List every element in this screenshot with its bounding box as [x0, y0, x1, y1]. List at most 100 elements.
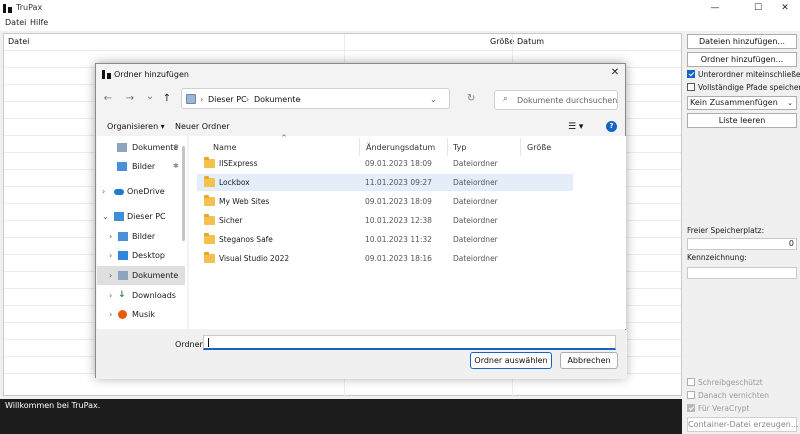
column-header-size[interactable]: Größe	[490, 34, 514, 50]
refresh-icon[interactable]: ↻	[467, 93, 475, 104]
desktop-icon	[118, 251, 128, 260]
nav-item-label: Bilder	[132, 232, 156, 241]
chevron-right-icon[interactable]: ›	[109, 286, 112, 305]
checkbox-checked-icon[interactable]	[687, 404, 695, 412]
computer-icon	[114, 212, 124, 221]
recent-locations-chevron-icon[interactable]: ⌄	[144, 91, 156, 102]
merge-select[interactable]: Kein Zusammenfügen ⌄	[687, 96, 797, 110]
pin-icon: ✱	[173, 162, 179, 170]
column-header-size[interactable]: Größe	[527, 143, 551, 152]
app-icon	[102, 70, 111, 79]
folder-icon	[204, 233, 215, 244]
navigation-scrollbar[interactable]	[182, 136, 185, 329]
menu-bar: Datei Hilfe	[0, 16, 800, 31]
column-header-modified[interactable]: Änderungsdatum	[366, 143, 435, 152]
select-folder-button[interactable]: Ordner auswählen	[470, 352, 552, 369]
chevron-right-icon[interactable]: ›	[109, 227, 112, 246]
computer-icon	[186, 94, 196, 104]
folder-row[interactable]: Sicher 10.01.2023 12:38 Dateiordner	[197, 212, 672, 229]
wipe-after-checkbox[interactable]: Danach vernichten	[687, 390, 797, 401]
folder-date: 09.01.2023 18:09	[365, 159, 432, 168]
search-field[interactable]: ⌕ Dokumente durchsuchen	[494, 90, 618, 110]
free-space-field: 0	[687, 238, 797, 250]
add-files-button[interactable]: Dateien hinzufügen...	[687, 34, 797, 49]
folder-type: Dateiordner	[453, 178, 498, 187]
view-list-icon[interactable]: ☰ ▾	[568, 122, 583, 132]
chevron-right-icon[interactable]: ›	[102, 182, 105, 201]
folder-type: Dateiordner	[453, 197, 498, 206]
folder-date: 10.01.2023 12:38	[365, 216, 432, 225]
write-protected-checkbox[interactable]: Schreibgeschützt	[687, 377, 797, 388]
scrollbar-thumb[interactable]	[182, 146, 185, 241]
cancel-button[interactable]: Abbrechen	[560, 352, 618, 369]
menu-hilfe[interactable]: Hilfe	[30, 18, 48, 27]
back-arrow-icon[interactable]: ←	[102, 93, 114, 104]
breadcrumb-dieser-pc[interactable]: Dieser PC	[208, 95, 247, 104]
folder-name: Sicher	[219, 216, 243, 225]
column-header-name[interactable]: Name	[213, 143, 237, 152]
column-separator	[520, 138, 521, 156]
folder-row-selected[interactable]: Lockbox 11.01.2023 09:27 Dateiordner	[197, 174, 573, 191]
chevron-down-icon[interactable]: ⌄	[430, 95, 437, 104]
nav-item-label: Dokumente	[132, 143, 179, 152]
column-header-date[interactable]: Datum	[517, 34, 544, 50]
add-folder-dialog: Ordner hinzufügen ✕ ← → ⌄ ↑ › Dieser PC …	[95, 63, 627, 379]
nav-item-downloads[interactable]: › ↓ Downloads	[97, 286, 185, 305]
folder-row[interactable]: Visual Studio 2022 09.01.2023 18:16 Date…	[197, 250, 672, 267]
maximize-icon[interactable]: ☐	[743, 0, 773, 16]
folder-row[interactable]: IISExpress 09.01.2023 18:09 Dateiordner	[197, 155, 672, 172]
checkbox-unchecked-icon[interactable]	[687, 378, 695, 386]
address-bar[interactable]: › Dieser PC › Dokumente › ⌄	[181, 88, 450, 109]
chevron-right-icon[interactable]: ›	[109, 266, 112, 285]
column-separator	[447, 138, 448, 156]
folder-row[interactable]: Steganos Safe 10.01.2023 11:32 Dateiordn…	[197, 231, 672, 248]
breadcrumb-dokumente[interactable]: Dokumente	[254, 95, 300, 104]
chevron-right-icon[interactable]: ›	[109, 246, 112, 265]
nav-item-dokumente-pinned[interactable]: Dokumente ✱	[97, 138, 185, 157]
label-input[interactable]	[687, 267, 797, 279]
create-container-button[interactable]: Container-Datei erzeugen...	[687, 417, 798, 432]
nav-item-desktop[interactable]: › Desktop	[97, 246, 185, 265]
nav-item-label: Dokumente	[132, 271, 179, 280]
column-header-file[interactable]: Datei	[8, 34, 29, 50]
folder-name-input[interactable]	[203, 335, 616, 350]
folder-row[interactable]: My Web Sites 09.01.2023 18:09 Dateiordne…	[197, 193, 672, 210]
menu-datei[interactable]: Datei	[5, 18, 26, 27]
nav-item-label: OneDrive	[127, 187, 165, 196]
minimize-icon[interactable]: —	[700, 0, 730, 16]
nav-item-musik[interactable]: › Musik	[97, 305, 185, 324]
chevron-right-icon: ›	[246, 95, 250, 104]
folder-content-pane: ^ Name Änderungsdatum Typ Größe IISExpre…	[189, 134, 626, 329]
nav-item-dokumente[interactable]: › Dokumente	[97, 266, 185, 285]
new-folder-button[interactable]: Neuer Ordner	[175, 122, 230, 131]
store-full-paths-checkbox[interactable]: Vollständige Pfade speichern	[687, 82, 800, 93]
nav-item-onedrive[interactable]: › OneDrive	[97, 182, 185, 201]
folder-date: 10.01.2023 11:32	[365, 235, 432, 244]
include-subfolders-checkbox[interactable]: Unterordner miteinschließen	[687, 69, 800, 80]
folder-name: IISExpress	[219, 159, 258, 168]
nav-item-bilder-pinned[interactable]: Bilder ✱	[97, 157, 185, 176]
clear-list-button[interactable]: Liste leeren	[687, 113, 797, 128]
title-bar: TruPax — ☐ ✕	[0, 0, 800, 16]
documents-icon	[117, 143, 127, 152]
help-icon[interactable]: ?	[606, 121, 617, 132]
close-icon[interactable]: ✕	[770, 0, 800, 16]
organize-menu[interactable]: Organisieren ▾	[107, 122, 165, 131]
chevron-right-icon[interactable]: ›	[109, 305, 112, 324]
cloud-icon	[114, 189, 124, 195]
checkbox-unchecked-icon[interactable]	[687, 391, 695, 399]
veracrypt-checkbox[interactable]: Für VeraCrypt	[687, 403, 797, 414]
nav-item-bilder[interactable]: › Bilder	[97, 227, 185, 246]
column-header-type[interactable]: Typ	[453, 143, 466, 152]
checkbox-checked-icon[interactable]	[687, 70, 695, 78]
up-arrow-icon[interactable]: ↑	[161, 93, 173, 104]
add-folder-button[interactable]: Ordner hinzufügen...	[687, 52, 797, 67]
chevron-down-icon[interactable]: ⌄	[102, 207, 109, 226]
navigation-pane: Dokumente ✱ Bilder ✱ › OneDrive ⌄ Dieser…	[97, 136, 187, 329]
nav-item-label: Downloads	[132, 291, 176, 300]
status-bar: Willkommen bei TruPax.	[0, 399, 682, 434]
nav-item-dieser-pc[interactable]: ⌄ Dieser PC	[97, 207, 185, 226]
forward-arrow-icon[interactable]: →	[124, 93, 136, 104]
close-icon[interactable]: ✕	[608, 66, 622, 80]
checkbox-unchecked-icon[interactable]	[687, 83, 695, 91]
